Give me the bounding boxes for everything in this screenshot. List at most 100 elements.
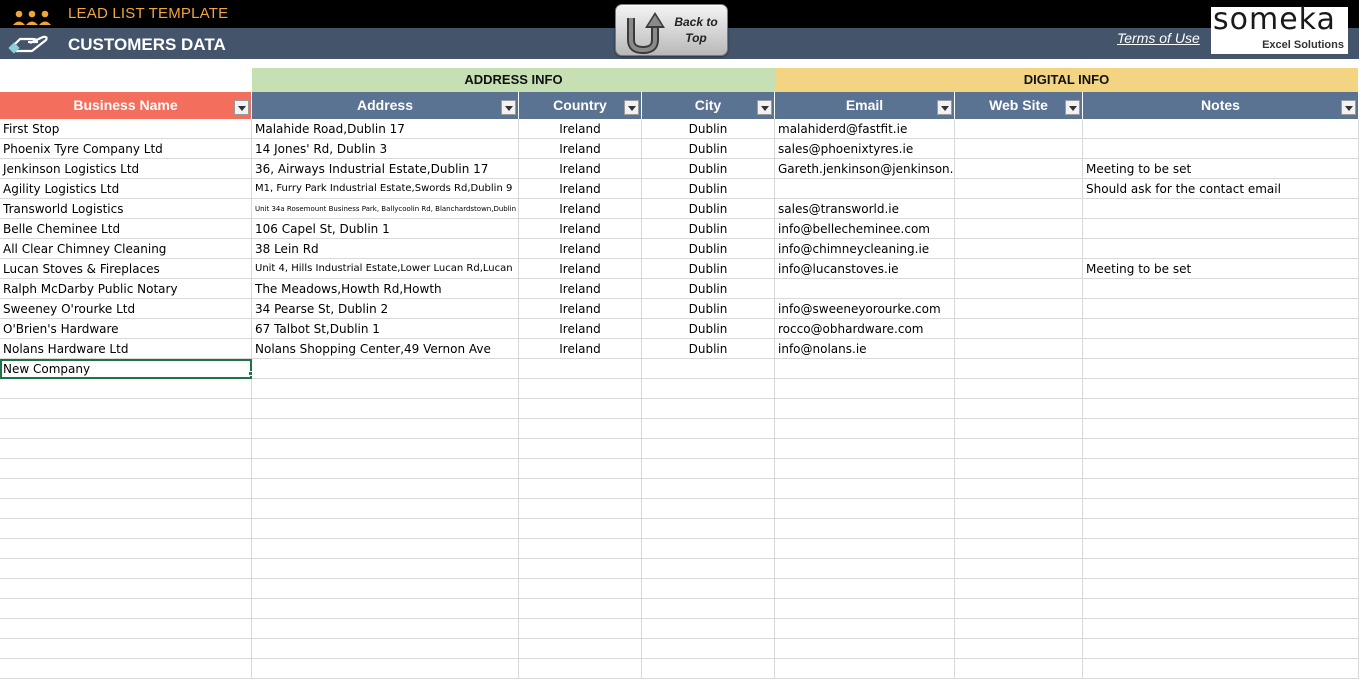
cell-city[interactable]: Dublin xyxy=(642,259,775,279)
cell-country[interactable] xyxy=(519,559,642,579)
cell-country[interactable]: Ireland xyxy=(519,339,642,359)
cell-notes[interactable] xyxy=(1083,119,1359,139)
cell-email[interactable] xyxy=(775,279,955,299)
cell-city[interactable] xyxy=(642,399,775,419)
cell-city[interactable] xyxy=(642,479,775,499)
cell-address[interactable] xyxy=(252,499,519,519)
cell-website[interactable] xyxy=(955,299,1083,319)
cell-business-name[interactable] xyxy=(0,479,252,499)
cell-business-name[interactable]: New Company xyxy=(0,359,252,379)
cell-address[interactable] xyxy=(252,559,519,579)
cell-website[interactable] xyxy=(955,479,1083,499)
cell-address[interactable] xyxy=(252,619,519,639)
cell-address[interactable]: 34 Pearse St, Dublin 2 xyxy=(252,299,519,319)
cell-business-name[interactable] xyxy=(0,539,252,559)
cell-notes[interactable] xyxy=(1083,499,1359,519)
cell-email[interactable] xyxy=(775,379,955,399)
cell-country[interactable]: Ireland xyxy=(519,219,642,239)
cell-business-name[interactable] xyxy=(0,599,252,619)
cell-city[interactable] xyxy=(642,599,775,619)
cell-address[interactable]: 106 Capel St, Dublin 1 xyxy=(252,219,519,239)
cell-business-name[interactable] xyxy=(0,519,252,539)
cell-city[interactable]: Dublin xyxy=(642,239,775,259)
cell-country[interactable]: Ireland xyxy=(519,279,642,299)
cell-website[interactable] xyxy=(955,199,1083,219)
cell-notes[interactable]: Meeting to be set xyxy=(1083,159,1359,179)
cell-country[interactable]: Ireland xyxy=(519,199,642,219)
cell-notes[interactable] xyxy=(1083,539,1359,559)
cell-address[interactable]: Nolans Shopping Center,49 Vernon Ave xyxy=(252,339,519,359)
cell-city[interactable] xyxy=(642,359,775,379)
cell-address[interactable] xyxy=(252,479,519,499)
cell-notes[interactable]: Should ask for the contact email xyxy=(1083,179,1359,199)
cell-business-name[interactable]: Jenkinson Logistics Ltd xyxy=(0,159,252,179)
cell-email[interactable] xyxy=(775,599,955,619)
cell-notes[interactable] xyxy=(1083,299,1359,319)
cell-notes[interactable] xyxy=(1083,139,1359,159)
cell-website[interactable] xyxy=(955,179,1083,199)
cell-notes[interactable] xyxy=(1083,279,1359,299)
cell-address[interactable]: Malahide Road,Dublin 17 xyxy=(252,119,519,139)
cell-country[interactable] xyxy=(519,439,642,459)
cell-website[interactable] xyxy=(955,359,1083,379)
cell-country[interactable] xyxy=(519,479,642,499)
cell-city[interactable] xyxy=(642,519,775,539)
cell-notes[interactable] xyxy=(1083,419,1359,439)
cell-website[interactable] xyxy=(955,539,1083,559)
cell-city[interactable] xyxy=(642,459,775,479)
cell-address[interactable] xyxy=(252,439,519,459)
cell-business-name[interactable] xyxy=(0,419,252,439)
column-header-city[interactable]: City xyxy=(642,92,775,119)
cell-website[interactable] xyxy=(955,379,1083,399)
cell-business-name[interactable] xyxy=(0,379,252,399)
cell-city[interactable] xyxy=(642,539,775,559)
cell-notes[interactable] xyxy=(1083,639,1359,659)
cell-city[interactable]: Dublin xyxy=(642,299,775,319)
cell-address[interactable] xyxy=(252,659,519,679)
cell-email[interactable] xyxy=(775,399,955,419)
cell-city[interactable]: Dublin xyxy=(642,139,775,159)
cell-address[interactable]: Unit 4, Hills Industrial Estate,Lower Lu… xyxy=(252,259,519,279)
cell-email[interactable] xyxy=(775,179,955,199)
cell-email[interactable]: Gareth.jenkinson@jenkinson.ie xyxy=(775,159,955,179)
cell-email[interactable] xyxy=(775,539,955,559)
cell-address[interactable] xyxy=(252,579,519,599)
cell-business-name[interactable] xyxy=(0,639,252,659)
cell-address[interactable]: The Meadows,Howth Rd,Howth xyxy=(252,279,519,299)
cell-business-name[interactable]: Lucan Stoves & Fireplaces xyxy=(0,259,252,279)
cell-country[interactable] xyxy=(519,599,642,619)
cell-business-name[interactable]: Sweeney O'rourke Ltd xyxy=(0,299,252,319)
cell-notes[interactable] xyxy=(1083,379,1359,399)
cell-country[interactable] xyxy=(519,659,642,679)
column-header-country[interactable]: Country xyxy=(519,92,642,119)
cell-email[interactable]: info@lucanstoves.ie xyxy=(775,259,955,279)
cell-email[interactable] xyxy=(775,519,955,539)
cell-email[interactable]: rocco@obhardware.com xyxy=(775,319,955,339)
back-to-top-button[interactable]: Back to Top xyxy=(615,4,728,56)
cell-notes[interactable] xyxy=(1083,659,1359,679)
cell-email[interactable] xyxy=(775,459,955,479)
cell-address[interactable] xyxy=(252,539,519,559)
cell-city[interactable] xyxy=(642,659,775,679)
cell-address[interactable] xyxy=(252,459,519,479)
cell-email[interactable]: sales@transworld.ie xyxy=(775,199,955,219)
cell-country[interactable] xyxy=(519,499,642,519)
cell-business-name[interactable]: Belle Cheminee Ltd xyxy=(0,219,252,239)
cell-country[interactable]: Ireland xyxy=(519,239,642,259)
cell-city[interactable] xyxy=(642,579,775,599)
cell-city[interactable]: Dublin xyxy=(642,119,775,139)
cell-country[interactable] xyxy=(519,619,642,639)
cell-website[interactable] xyxy=(955,239,1083,259)
cell-business-name[interactable] xyxy=(0,499,252,519)
cell-website[interactable] xyxy=(955,279,1083,299)
cell-website[interactable] xyxy=(955,159,1083,179)
cell-country[interactable] xyxy=(519,379,642,399)
cell-business-name[interactable] xyxy=(0,399,252,419)
cell-country[interactable]: Ireland xyxy=(519,259,642,279)
cell-business-name[interactable]: Phoenix Tyre Company Ltd xyxy=(0,139,252,159)
cell-business-name[interactable]: First Stop xyxy=(0,119,252,139)
cell-notes[interactable] xyxy=(1083,599,1359,619)
cell-email[interactable] xyxy=(775,619,955,639)
cell-city[interactable] xyxy=(642,619,775,639)
cell-city[interactable]: Dublin xyxy=(642,279,775,299)
